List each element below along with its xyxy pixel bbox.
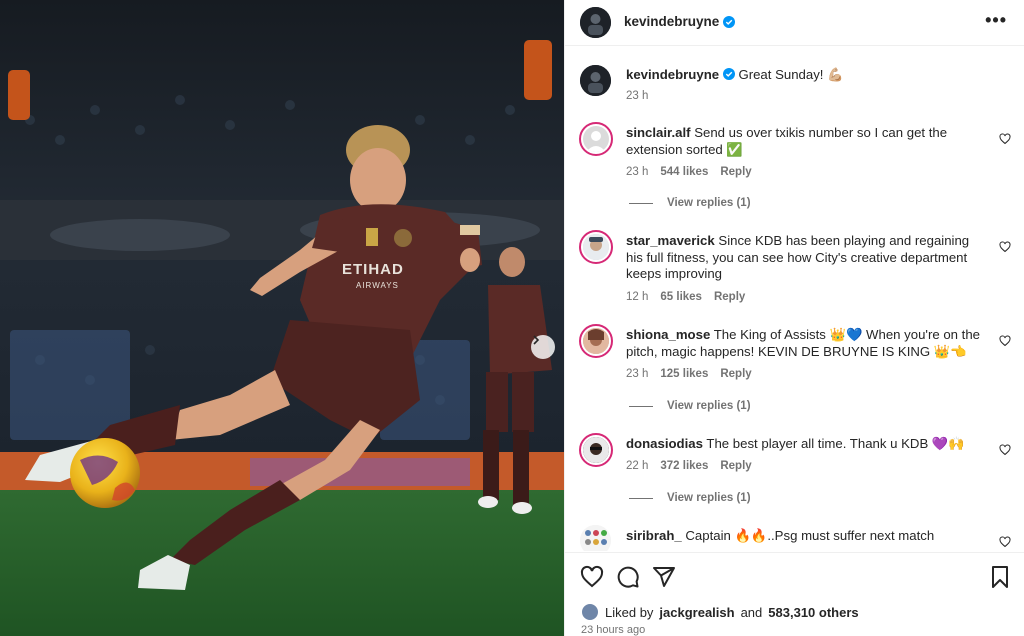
comment-likes[interactable]: 65 likes (660, 291, 702, 303)
comment-text: donasiodias The best player all time. Th… (626, 436, 981, 453)
view-replies-button[interactable]: View replies (1) (629, 492, 751, 504)
comment-username[interactable]: sinclair.alf (626, 125, 691, 140)
liked-by-others[interactable]: 583,310 others (768, 605, 858, 620)
comment-text: sinclair.alf Send us over txikis number … (626, 125, 981, 158)
comment-text: star_maverick Since KDB has been playing… (626, 233, 981, 283)
likes-summary[interactable]: Liked by jackgrealish and 583,310 others (581, 603, 859, 621)
more-options-icon[interactable]: ••• (985, 11, 1007, 29)
heart-icon[interactable] (999, 241, 1011, 253)
comment-username[interactable]: star_maverick (626, 233, 715, 248)
caption-avatar[interactable] (580, 65, 611, 96)
commenter-avatar[interactable] (579, 230, 613, 264)
caption-avatar-image (580, 65, 611, 96)
liker-avatar (581, 603, 599, 621)
comment-text: siribrah_ Captain 🔥🔥..Psg must suffer ne… (626, 528, 981, 545)
commenter-avatar[interactable] (580, 525, 611, 551)
carousel-next-button[interactable] (531, 335, 555, 359)
comment-content: Captain 🔥🔥..Psg must suffer next match (685, 528, 935, 543)
comment-time: 23 h (626, 166, 649, 178)
commenter-avatar-image (580, 525, 611, 551)
chevron-right-icon (533, 335, 540, 345)
bookmark-icon[interactable] (988, 565, 1012, 589)
heart-icon[interactable] (999, 444, 1011, 456)
commenter-avatar[interactable] (579, 324, 613, 358)
comment-likes[interactable]: 544 likes (660, 166, 708, 178)
caption-text: Great Sunday! 💪🏼 (738, 67, 844, 82)
author-avatar-image (580, 7, 611, 38)
comment-meta: 12 h 65 likes Reply (626, 291, 745, 303)
heart-icon[interactable] (999, 133, 1011, 145)
heart-icon[interactable] (999, 335, 1011, 347)
view-replies-button[interactable]: View replies (1) (629, 400, 751, 412)
commenter-avatar-image (583, 437, 609, 463)
reply-button[interactable]: Reply (714, 291, 745, 303)
comment-meta: 23 h 125 likes Reply (626, 368, 752, 380)
post-actions: Liked by jackgrealish and 583,310 others… (565, 552, 1024, 636)
liked-by-and: and (740, 604, 763, 620)
heart-icon[interactable] (580, 565, 604, 589)
post-photo-illustration: ETIHAD AIRWAYS (0, 0, 564, 636)
post-timestamp[interactable]: 23 hours ago (581, 624, 645, 636)
verified-badge-icon (722, 68, 735, 80)
comment-time: 12 h (626, 291, 649, 303)
comment-time: 23 h (626, 368, 649, 380)
photo-sponsor-subtext: AIRWAYS (356, 281, 399, 290)
replies-divider (629, 405, 653, 407)
post-photo: ETIHAD AIRWAYS (0, 0, 564, 636)
commenter-avatar[interactable] (579, 122, 613, 156)
liked-by-prefix: Liked by (605, 604, 654, 620)
comment-username[interactable]: donasiodias (626, 436, 703, 451)
view-replies-label[interactable]: View replies (1) (667, 492, 751, 504)
comment-meta: 23 h 544 likes Reply (626, 166, 752, 178)
share-icon[interactable] (652, 565, 676, 589)
default-user-icon (586, 131, 606, 152)
comment-time: 22 h (626, 460, 649, 472)
replies-divider (629, 202, 653, 204)
reply-button[interactable]: Reply (720, 166, 751, 178)
view-replies-label[interactable]: View replies (1) (667, 400, 751, 412)
author-avatar[interactable] (580, 7, 611, 38)
post-header: kevindebruyne ••• (565, 0, 1024, 46)
caption-username[interactable]: kevindebruyne (626, 67, 719, 82)
caption-meta: 23 h (626, 90, 648, 102)
verified-badge-icon (723, 15, 736, 28)
liked-by-user[interactable]: jackgrealish (659, 605, 734, 620)
comments-list[interactable]: kevindebruyne Great Sunday! 💪🏼 23 h sinc… (565, 47, 1024, 551)
comment-username[interactable]: shiona_mose (626, 327, 710, 342)
caption-time: 23 h (626, 90, 649, 102)
commenter-avatar[interactable] (579, 433, 613, 467)
replies-divider (629, 497, 653, 499)
author-username-header[interactable]: kevindebruyne (624, 14, 736, 29)
reply-button[interactable]: Reply (720, 368, 751, 380)
post-side-panel: kevindebruyne ••• kevindebruyne Great Su… (564, 0, 1024, 636)
view-replies-button[interactable]: View replies (1) (629, 197, 751, 209)
caption-text-row: kevindebruyne Great Sunday! 💪🏼 (626, 67, 981, 84)
comment-likes[interactable]: 125 likes (660, 368, 708, 380)
comment-username[interactable]: siribrah_ (626, 528, 682, 543)
comment-icon[interactable] (616, 565, 640, 589)
reply-button[interactable]: Reply (720, 460, 751, 472)
comment-content: The best player all time. Thank u KDB 💜🙌 (706, 436, 965, 451)
comment-text: shiona_mose The King of Assists 👑💙 When … (626, 327, 981, 360)
comment-likes[interactable]: 372 likes (660, 460, 708, 472)
view-replies-label[interactable]: View replies (1) (667, 197, 751, 209)
commenter-avatar-image (583, 234, 609, 260)
heart-icon[interactable] (999, 536, 1011, 548)
comment-meta: 22 h 372 likes Reply (626, 460, 752, 472)
author-username[interactable]: kevindebruyne (624, 14, 719, 29)
commenter-avatar-image (583, 328, 609, 354)
photo-sponsor-text: ETIHAD (342, 261, 404, 278)
